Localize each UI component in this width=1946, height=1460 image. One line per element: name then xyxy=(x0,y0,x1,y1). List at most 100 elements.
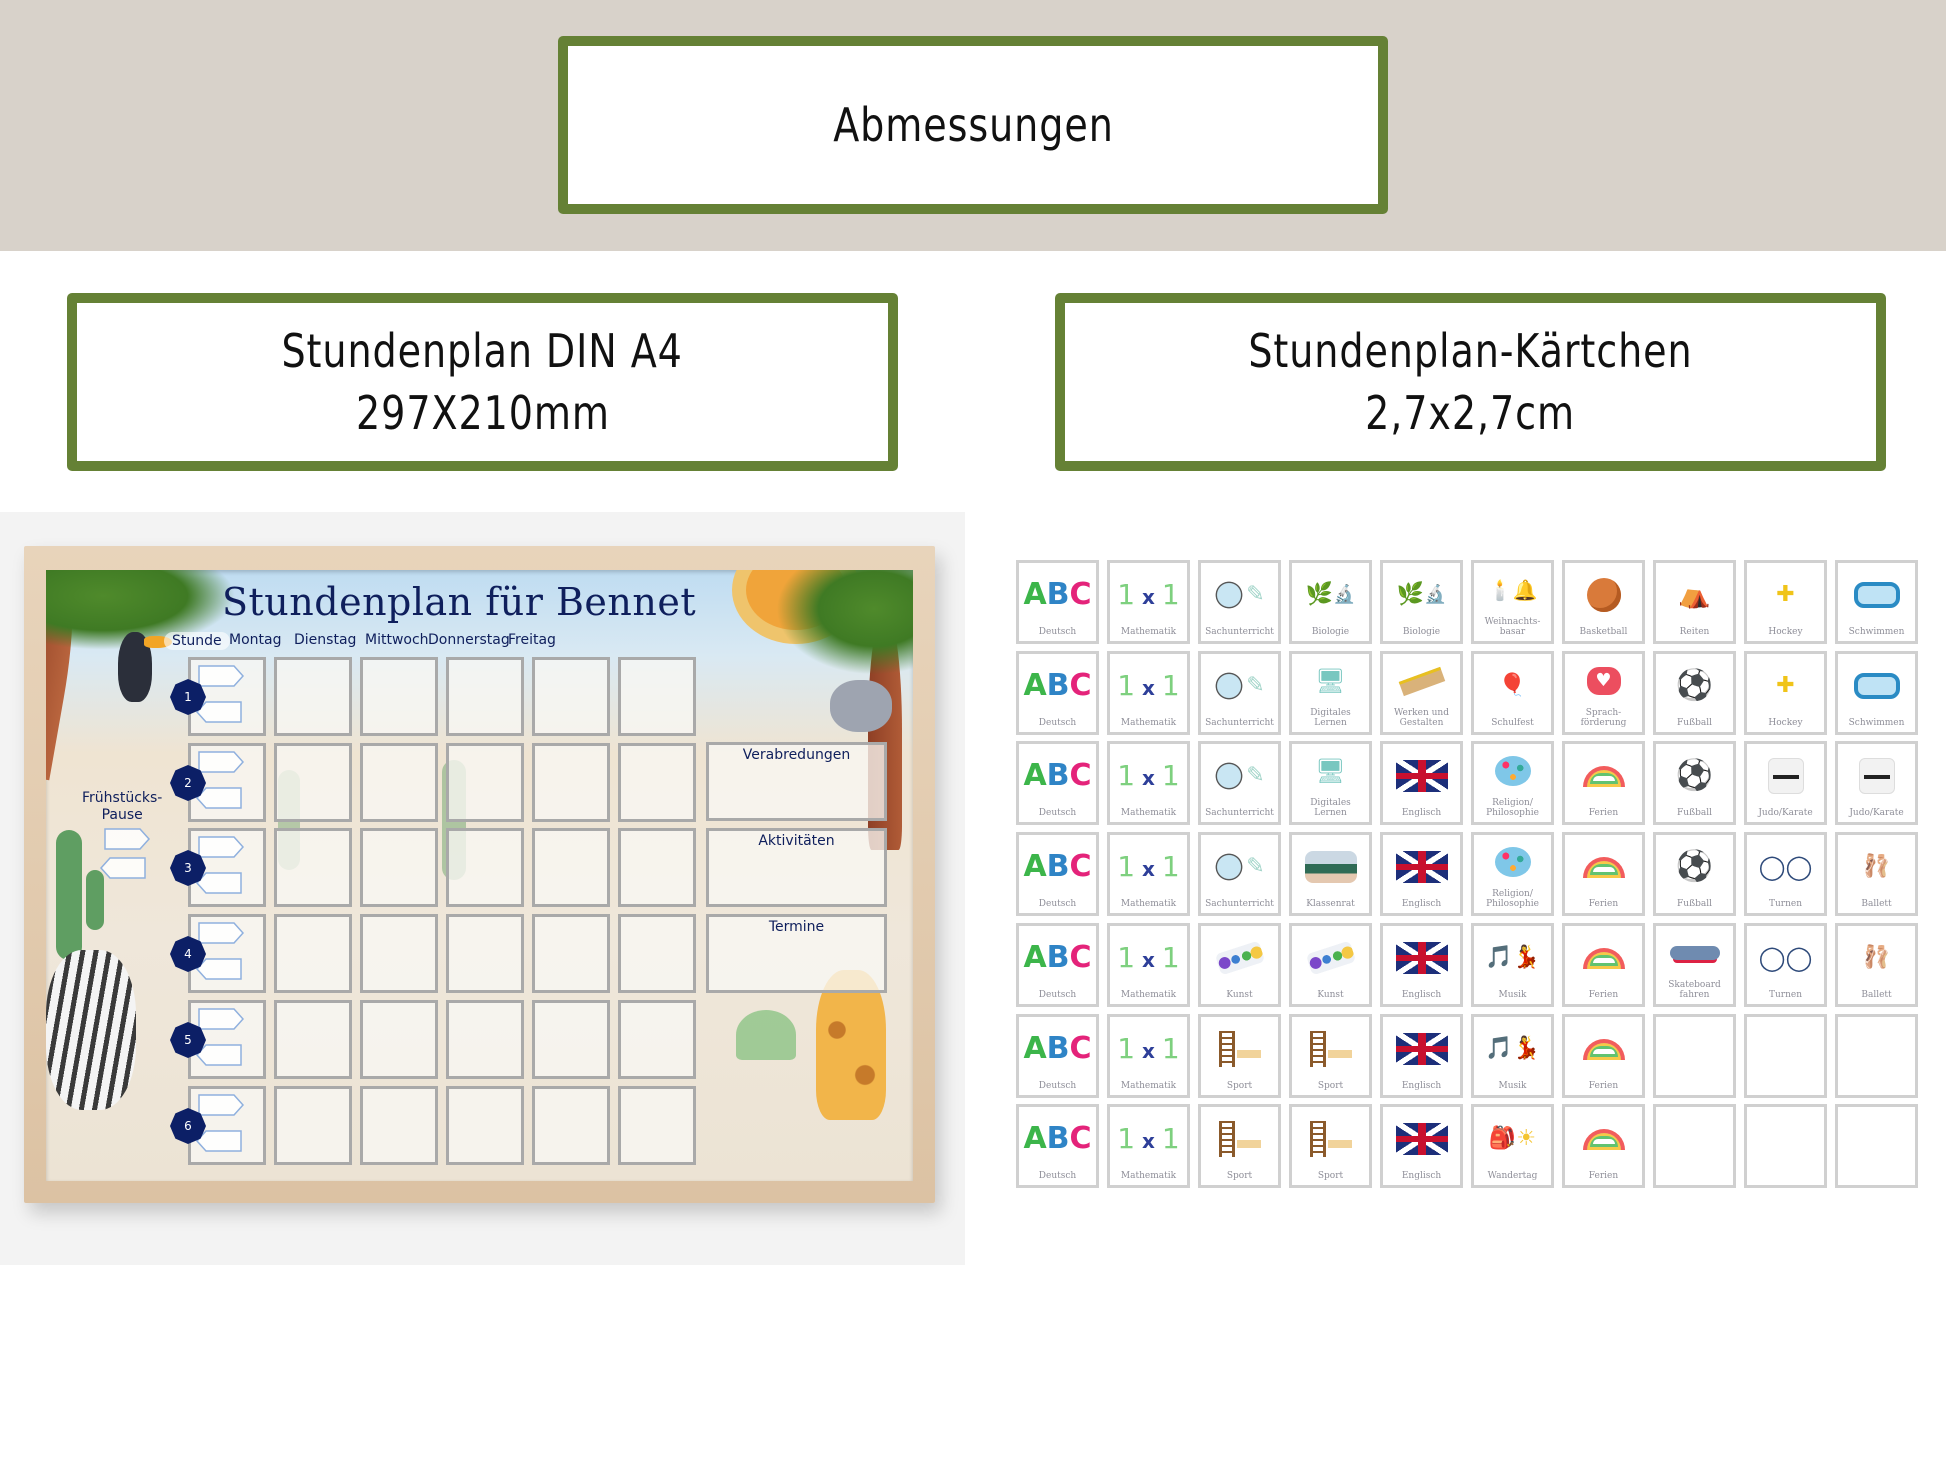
schedule-cell[interactable] xyxy=(532,1086,610,1165)
schedule-cell[interactable] xyxy=(446,1086,524,1165)
subject-card[interactable]: Judo/Karate xyxy=(1835,741,1918,825)
subject-card[interactable]: 🌿 🔬 Biologie xyxy=(1380,560,1463,644)
subject-card[interactable]: 🎵💃 Musik xyxy=(1471,923,1554,1007)
subject-card[interactable]: 🌿 🔬 Biologie xyxy=(1289,560,1372,644)
subject-card[interactable]: 🎈 Schulfest xyxy=(1471,651,1554,735)
schedule-cell[interactable] xyxy=(274,1086,352,1165)
schedule-cell[interactable] xyxy=(532,1000,610,1079)
schedule-cell[interactable] xyxy=(532,914,610,993)
subject-card[interactable]: 🕯️🔔 Weihnachts- basar xyxy=(1471,560,1554,644)
schedule-cell[interactable] xyxy=(618,743,696,822)
subject-card[interactable]: 1 x 1 Mathematik xyxy=(1107,923,1190,1007)
subject-card[interactable]: ABC Deutsch xyxy=(1016,923,1099,1007)
schedule-cell[interactable] xyxy=(274,1000,352,1079)
subject-card[interactable]: Ferien xyxy=(1562,923,1645,1007)
subject-card[interactable]: Englisch xyxy=(1380,923,1463,1007)
subject-card[interactable]: 1 x 1 Mathematik xyxy=(1107,560,1190,644)
side-box-aktivitten[interactable]: Aktivitäten xyxy=(706,828,887,907)
empty-card[interactable] xyxy=(1744,1014,1827,1098)
subject-card[interactable]: 1 x 1 Mathematik xyxy=(1107,1104,1190,1188)
schedule-cell[interactable] xyxy=(274,914,352,993)
schedule-cell[interactable] xyxy=(360,1000,438,1079)
subject-card[interactable]: Ferien xyxy=(1562,1014,1645,1098)
subject-card[interactable]: ⚽ Fußball xyxy=(1653,832,1736,916)
subject-card[interactable]: Kunst xyxy=(1198,923,1281,1007)
subject-card[interactable]: ♥ Sprach- förderung xyxy=(1562,651,1645,735)
subject-card[interactable]: ✚ Hockey xyxy=(1744,560,1827,644)
subject-card[interactable]: 1 x 1 Mathematik xyxy=(1107,741,1190,825)
subject-card[interactable]: Englisch xyxy=(1380,741,1463,825)
schedule-cell[interactable] xyxy=(360,657,438,736)
subject-card[interactable]: ✎ Sachunterricht xyxy=(1198,651,1281,735)
subject-card[interactable]: Englisch xyxy=(1380,1104,1463,1188)
schedule-cell[interactable] xyxy=(360,1086,438,1165)
schedule-cell[interactable] xyxy=(446,657,524,736)
schedule-cell[interactable] xyxy=(618,1086,696,1165)
schedule-cell[interactable] xyxy=(446,914,524,993)
subject-card[interactable]: Skateboard fahren xyxy=(1653,923,1736,1007)
subject-card[interactable]: Ferien xyxy=(1562,832,1645,916)
subject-card[interactable]: Klassenrat xyxy=(1289,832,1372,916)
schedule-cell[interactable] xyxy=(618,914,696,993)
empty-card[interactable] xyxy=(1835,1104,1918,1188)
subject-card[interactable]: Schwimmen xyxy=(1835,651,1918,735)
empty-card[interactable] xyxy=(1835,1014,1918,1098)
subject-card[interactable]: Schwimmen xyxy=(1835,560,1918,644)
subject-card[interactable]: 🎵💃 Musik xyxy=(1471,1014,1554,1098)
subject-card[interactable]: Ferien xyxy=(1562,1104,1645,1188)
empty-card[interactable] xyxy=(1744,1104,1827,1188)
subject-card[interactable]: ABC Deutsch xyxy=(1016,1014,1099,1098)
subject-card[interactable]: Sport xyxy=(1289,1014,1372,1098)
subject-card[interactable]: ◯◯ Turnen xyxy=(1744,923,1827,1007)
subject-card[interactable]: 1 x 1 Mathematik xyxy=(1107,651,1190,735)
schedule-cell[interactable] xyxy=(532,657,610,736)
subject-card[interactable]: Englisch xyxy=(1380,1014,1463,1098)
schedule-cell[interactable] xyxy=(274,657,352,736)
subject-card[interactable]: ✎ Sachunterricht xyxy=(1198,560,1281,644)
subject-card[interactable]: ✎ Sachunterricht xyxy=(1198,832,1281,916)
empty-card[interactable] xyxy=(1653,1014,1736,1098)
subject-card[interactable]: 🩰 Ballett xyxy=(1835,832,1918,916)
schedule-cell[interactable] xyxy=(618,657,696,736)
schedule-cell[interactable] xyxy=(532,743,610,822)
schedule-cell[interactable] xyxy=(446,1000,524,1079)
subject-card[interactable]: 🖥 Digitales Lernen xyxy=(1289,651,1372,735)
schedule-cell[interactable] xyxy=(360,743,438,822)
subject-card[interactable]: ◯◯ Turnen xyxy=(1744,832,1827,916)
subject-card[interactable]: ⚽ Fußball xyxy=(1653,741,1736,825)
subject-card[interactable]: Basketball xyxy=(1562,560,1645,644)
subject-card[interactable]: Kunst xyxy=(1289,923,1372,1007)
side-box-termine[interactable]: Termine xyxy=(706,914,887,993)
subject-card[interactable]: Ferien xyxy=(1562,741,1645,825)
side-box-verabredungen[interactable]: Verabredungen xyxy=(706,742,887,821)
subject-card[interactable]: Sport xyxy=(1289,1104,1372,1188)
schedule-cell[interactable] xyxy=(360,828,438,907)
subject-card[interactable]: 🖥 Digitales Lernen xyxy=(1289,741,1372,825)
schedule-cell[interactable] xyxy=(274,828,352,907)
subject-card[interactable]: Sport xyxy=(1198,1104,1281,1188)
schedule-cell[interactable] xyxy=(274,743,352,822)
schedule-cell[interactable] xyxy=(446,743,524,822)
schedule-cell[interactable] xyxy=(532,828,610,907)
subject-card[interactable]: Sport xyxy=(1198,1014,1281,1098)
subject-card[interactable]: ✎ Sachunterricht xyxy=(1198,741,1281,825)
subject-card[interactable]: 1 x 1 Mathematik xyxy=(1107,832,1190,916)
subject-card[interactable]: ✚ Hockey xyxy=(1744,651,1827,735)
schedule-cell[interactable] xyxy=(618,1000,696,1079)
subject-card[interactable]: ABC Deutsch xyxy=(1016,560,1099,644)
subject-card[interactable]: ABC Deutsch xyxy=(1016,832,1099,916)
subject-card[interactable]: Englisch xyxy=(1380,832,1463,916)
subject-card[interactable]: ABC Deutsch xyxy=(1016,651,1099,735)
schedule-cell[interactable] xyxy=(446,828,524,907)
schedule-cell[interactable] xyxy=(360,914,438,993)
subject-card[interactable]: ABC Deutsch xyxy=(1016,1104,1099,1188)
subject-card[interactable]: Religion/ Philosophie xyxy=(1471,741,1554,825)
subject-card[interactable]: 🩰 Ballett xyxy=(1835,923,1918,1007)
empty-card[interactable] xyxy=(1653,1104,1736,1188)
schedule-cell[interactable] xyxy=(618,828,696,907)
subject-card[interactable]: Judo/Karate xyxy=(1744,741,1827,825)
subject-card[interactable]: 1 x 1 Mathematik xyxy=(1107,1014,1190,1098)
subject-card[interactable]: ⛺ Reiten xyxy=(1653,560,1736,644)
subject-card[interactable]: Werken und Gestalten xyxy=(1380,651,1463,735)
subject-card[interactable]: ⚽ Fußball xyxy=(1653,651,1736,735)
